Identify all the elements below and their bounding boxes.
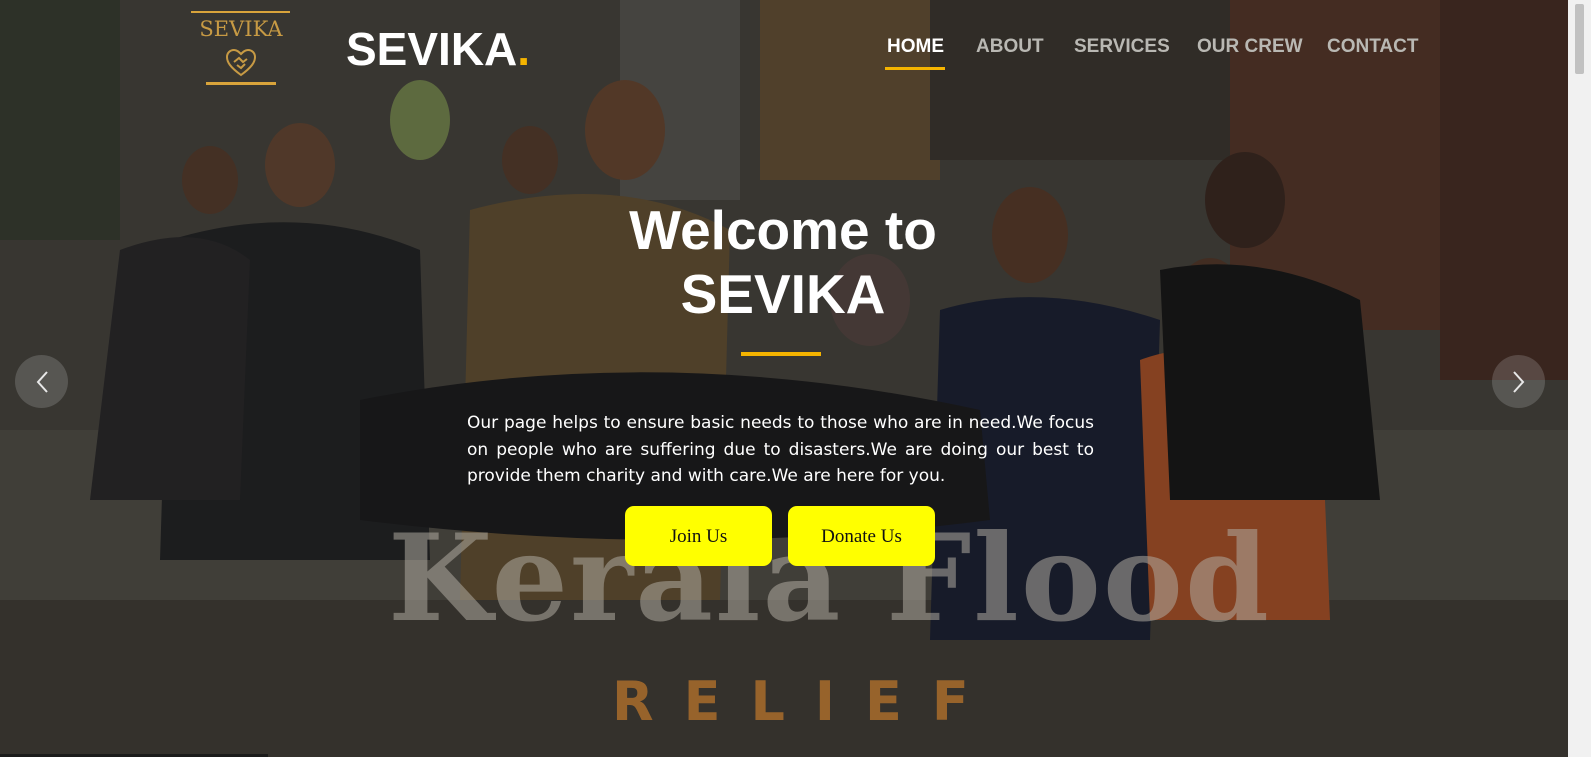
- logo-top-rule: [191, 11, 290, 13]
- hero-title: Welcome to SEVIKA: [583, 198, 983, 326]
- nav-services[interactable]: SERVICES: [1074, 36, 1170, 58]
- join-us-button[interactable]: Join Us: [625, 506, 772, 566]
- hero-slide: Kerala Flood RELIEF: [0, 0, 1568, 757]
- chevron-right-icon: [1512, 370, 1524, 393]
- hero-title-line2: SEVIKA: [680, 263, 886, 325]
- logo-bottom-rule: [206, 82, 276, 85]
- nav-active-indicator: [885, 67, 945, 70]
- chevron-left-icon: [36, 370, 48, 393]
- donate-us-button[interactable]: Donate Us: [788, 506, 935, 566]
- carousel-prev-button[interactable]: [15, 355, 68, 408]
- nav-our-crew[interactable]: OUR CREW: [1197, 36, 1303, 58]
- main-navigation: HOME ABOUT SERVICES OUR CREW CONTACT: [0, 36, 1568, 76]
- image-caption-relief: RELIEF: [612, 670, 999, 733]
- nav-home[interactable]: HOME: [887, 36, 944, 58]
- page-scrollbar[interactable]: [1568, 0, 1591, 757]
- scrollbar-thumb[interactable]: [1575, 4, 1584, 74]
- nav-about[interactable]: ABOUT: [976, 36, 1044, 58]
- carousel-next-button[interactable]: [1492, 355, 1545, 408]
- hero-description: Our page helps to ensure basic needs to …: [467, 413, 1094, 486]
- hero-title-line1: Welcome to: [629, 199, 937, 261]
- title-accent-bar: [741, 352, 821, 356]
- nav-contact[interactable]: CONTACT: [1327, 36, 1418, 58]
